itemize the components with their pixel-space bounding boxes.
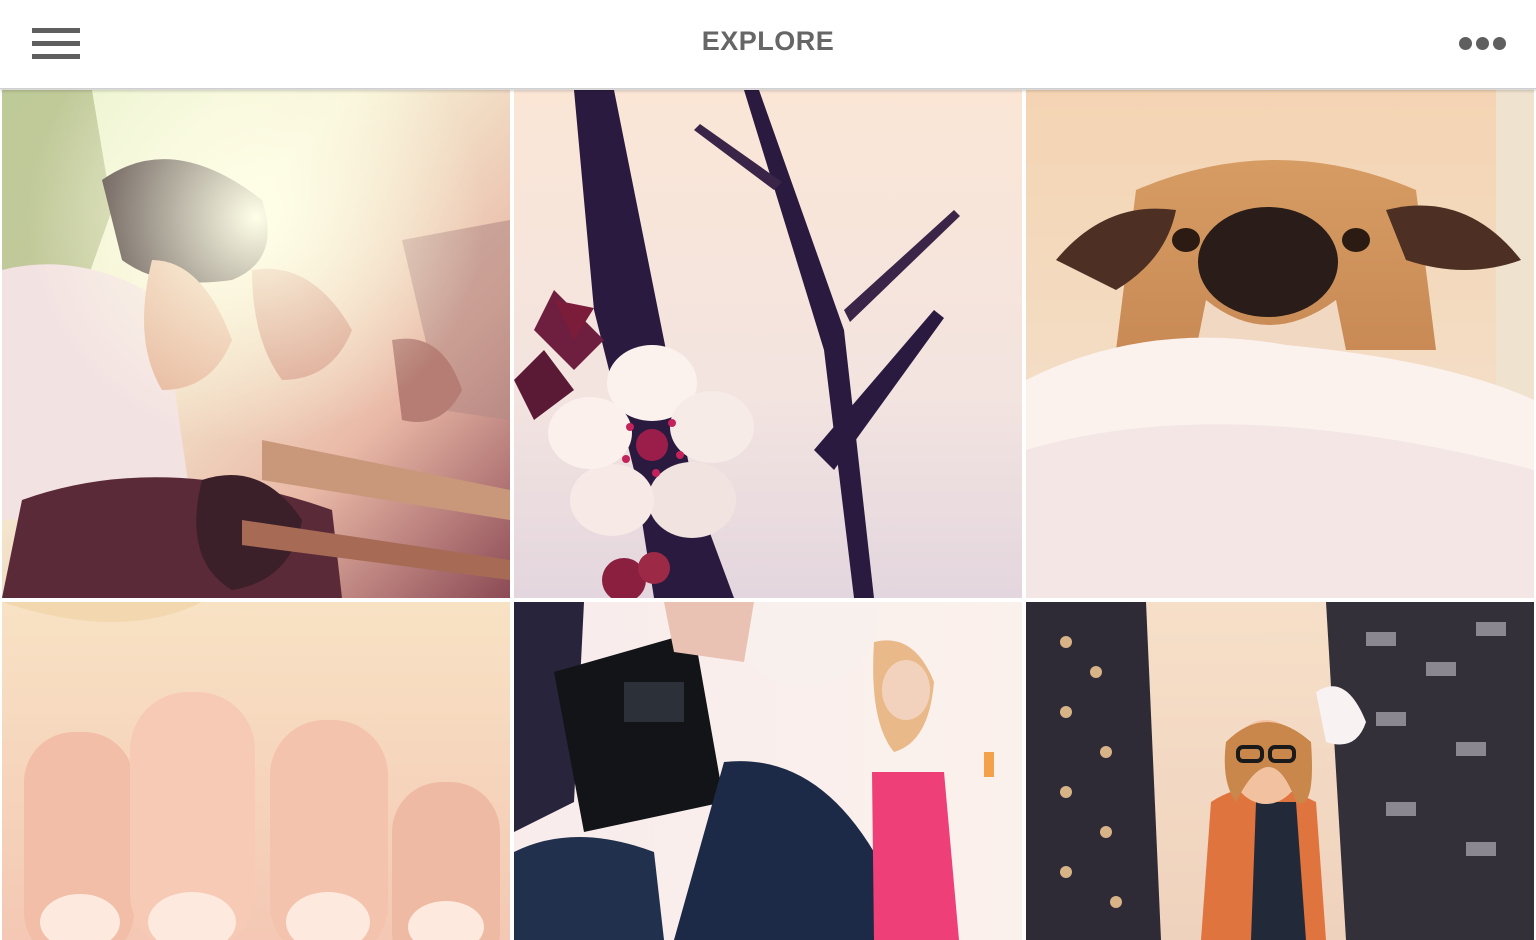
- menu-line: [32, 54, 80, 59]
- photo-image: [1026, 602, 1534, 940]
- dot: [1493, 37, 1506, 50]
- photo-grid: [0, 90, 1536, 940]
- dot: [1476, 37, 1489, 50]
- photo-image: [2, 90, 510, 598]
- photo-image: [1026, 90, 1534, 598]
- photo-image: [514, 602, 1022, 940]
- photo-tile-nails[interactable]: [2, 602, 510, 940]
- dot: [1459, 37, 1472, 50]
- page-title: EXPLORE: [701, 26, 835, 56]
- photo-tile-dog[interactable]: [1026, 90, 1534, 598]
- photo-image: [514, 90, 1022, 598]
- photo-tile-friends-guitars[interactable]: [2, 90, 510, 598]
- menu-line: [32, 28, 80, 33]
- hamburger-menu-icon[interactable]: [32, 28, 80, 60]
- top-bar: EXPLORE: [0, 0, 1536, 89]
- menu-line: [32, 41, 80, 46]
- photo-tile-photographer[interactable]: [514, 602, 1022, 940]
- photo-image: [2, 602, 510, 940]
- photo-tile-cherry-blossom[interactable]: [514, 90, 1022, 598]
- more-options-icon[interactable]: [1456, 34, 1508, 54]
- photo-tile-hardware-aisle[interactable]: [1026, 602, 1534, 940]
